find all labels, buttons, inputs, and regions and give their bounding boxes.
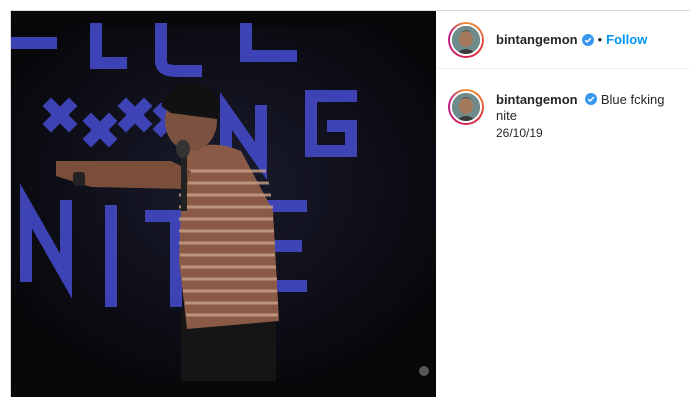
avatar-portrait-icon [452, 25, 480, 54]
caption-username[interactable]: bintangemon [496, 92, 578, 107]
instagram-post-embed: bintangemon • Follow bintangemon Blue fc… [10, 10, 690, 397]
caption-avatar[interactable] [448, 89, 484, 125]
post-sidebar: bintangemon • Follow bintangemon Blue fc… [436, 11, 690, 397]
follow-button[interactable]: Follow [606, 32, 647, 47]
header-username[interactable]: bintangemon [496, 32, 578, 47]
caption-avatar-image [450, 91, 482, 123]
post-caption: bintangemon Blue fcking nite 26/10/19 [448, 89, 684, 141]
separator-dot: • [597, 32, 603, 47]
avatar-image [450, 23, 482, 56]
verified-badge-icon [585, 93, 598, 105]
avatar-portrait-icon [452, 93, 480, 121]
caption-date: 26/10/19 [496, 126, 543, 140]
verified-badge-icon [581, 33, 594, 46]
stage-photo-illustration [11, 11, 436, 397]
post-header: bintangemon • Follow [436, 11, 690, 69]
avatar[interactable] [448, 21, 484, 58]
post-photo[interactable] [11, 11, 436, 397]
caption-text-block: bintangemon Blue fcking nite 26/10/19 [496, 89, 684, 141]
